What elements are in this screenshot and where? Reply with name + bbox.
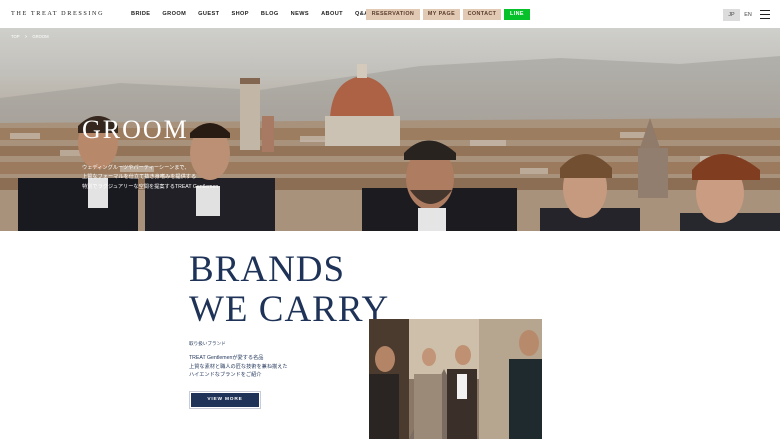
lang-en-button[interactable]: EN	[740, 9, 756, 21]
brands-heading: BRANDS WE CARRY	[189, 250, 389, 330]
main-nav: BRIDE GROOM GUEST SHOP BLOG NEWS ABOUT Q…	[131, 9, 381, 19]
mypage-button[interactable]: MY PAGE	[423, 9, 460, 20]
hero-image: TOP > GROOM GROOM ウェディングルーツやパーティーシーンまで、 …	[0, 28, 780, 231]
contact-button[interactable]: CONTACT	[463, 9, 501, 20]
brands-heading-line2: WE CARRY	[189, 289, 390, 330]
brands-photo-image	[369, 319, 542, 439]
brands-heading-line1: BRANDS	[189, 249, 346, 290]
site-header: THE TREAT DRESSING BRIDE GROOM GUEST SHO…	[0, 0, 780, 28]
view-more-button[interactable]: VIEW MORE	[191, 393, 259, 407]
page-title: GROOM	[82, 115, 189, 144]
menu-bar	[760, 14, 770, 16]
menu-bar	[760, 10, 770, 12]
menu-bar	[760, 18, 770, 20]
nav-news[interactable]: NEWS	[291, 9, 309, 19]
nav-blog[interactable]: BLOG	[261, 9, 279, 19]
nav-about[interactable]: ABOUT	[321, 9, 343, 19]
breadcrumb: TOP > GROOM	[11, 34, 53, 39]
nav-bride[interactable]: BRIDE	[131, 9, 150, 19]
nav-groom[interactable]: GROOM	[162, 9, 186, 19]
nav-shop[interactable]: SHOP	[231, 9, 248, 19]
brands-description: TREAT Gentlemenが愛する名品 上質な素材と職人の匠な技術を兼ね揃え…	[189, 354, 339, 380]
hero-copy-line: 特別でラグジュアリーな空間を提案するTREAT Gentlemen	[82, 183, 219, 190]
breadcrumb-home[interactable]: TOP	[11, 34, 20, 39]
breadcrumb-current: GROOM	[32, 34, 49, 39]
reservation-button[interactable]: RESERVATION	[366, 9, 420, 20]
hero-copy-line: ウェディングルーツやパーティーシーンまで、	[82, 165, 190, 171]
nav-guest[interactable]: GUEST	[198, 9, 219, 19]
breadcrumb-separator: >	[24, 34, 28, 39]
hamburger-menu-icon[interactable]	[760, 10, 770, 20]
line-button[interactable]: LINE	[504, 9, 530, 20]
lang-jp-button[interactable]: JP	[723, 9, 740, 21]
hero-copy-line: 上質なフォーマルを仕立て抜き身嗜みを提供する	[82, 174, 197, 181]
site-logo[interactable]: THE TREAT DRESSING	[11, 10, 104, 17]
brands-text-line: ハイエンドなブランドをご紹介	[189, 372, 262, 379]
hero-description: ウェディングルーツやパーティーシーンまで、 上質なフォーマルを仕立て抜き身嗜みを…	[82, 164, 232, 192]
brands-text-line: TREAT Gentlemenが愛する名品	[189, 355, 264, 361]
brands-photo	[369, 319, 542, 439]
brands-label: 取り扱いブランド	[189, 341, 226, 346]
brands-text-line: 上質な素材と職人の匠な技術を兼ね揃えた	[189, 363, 288, 370]
